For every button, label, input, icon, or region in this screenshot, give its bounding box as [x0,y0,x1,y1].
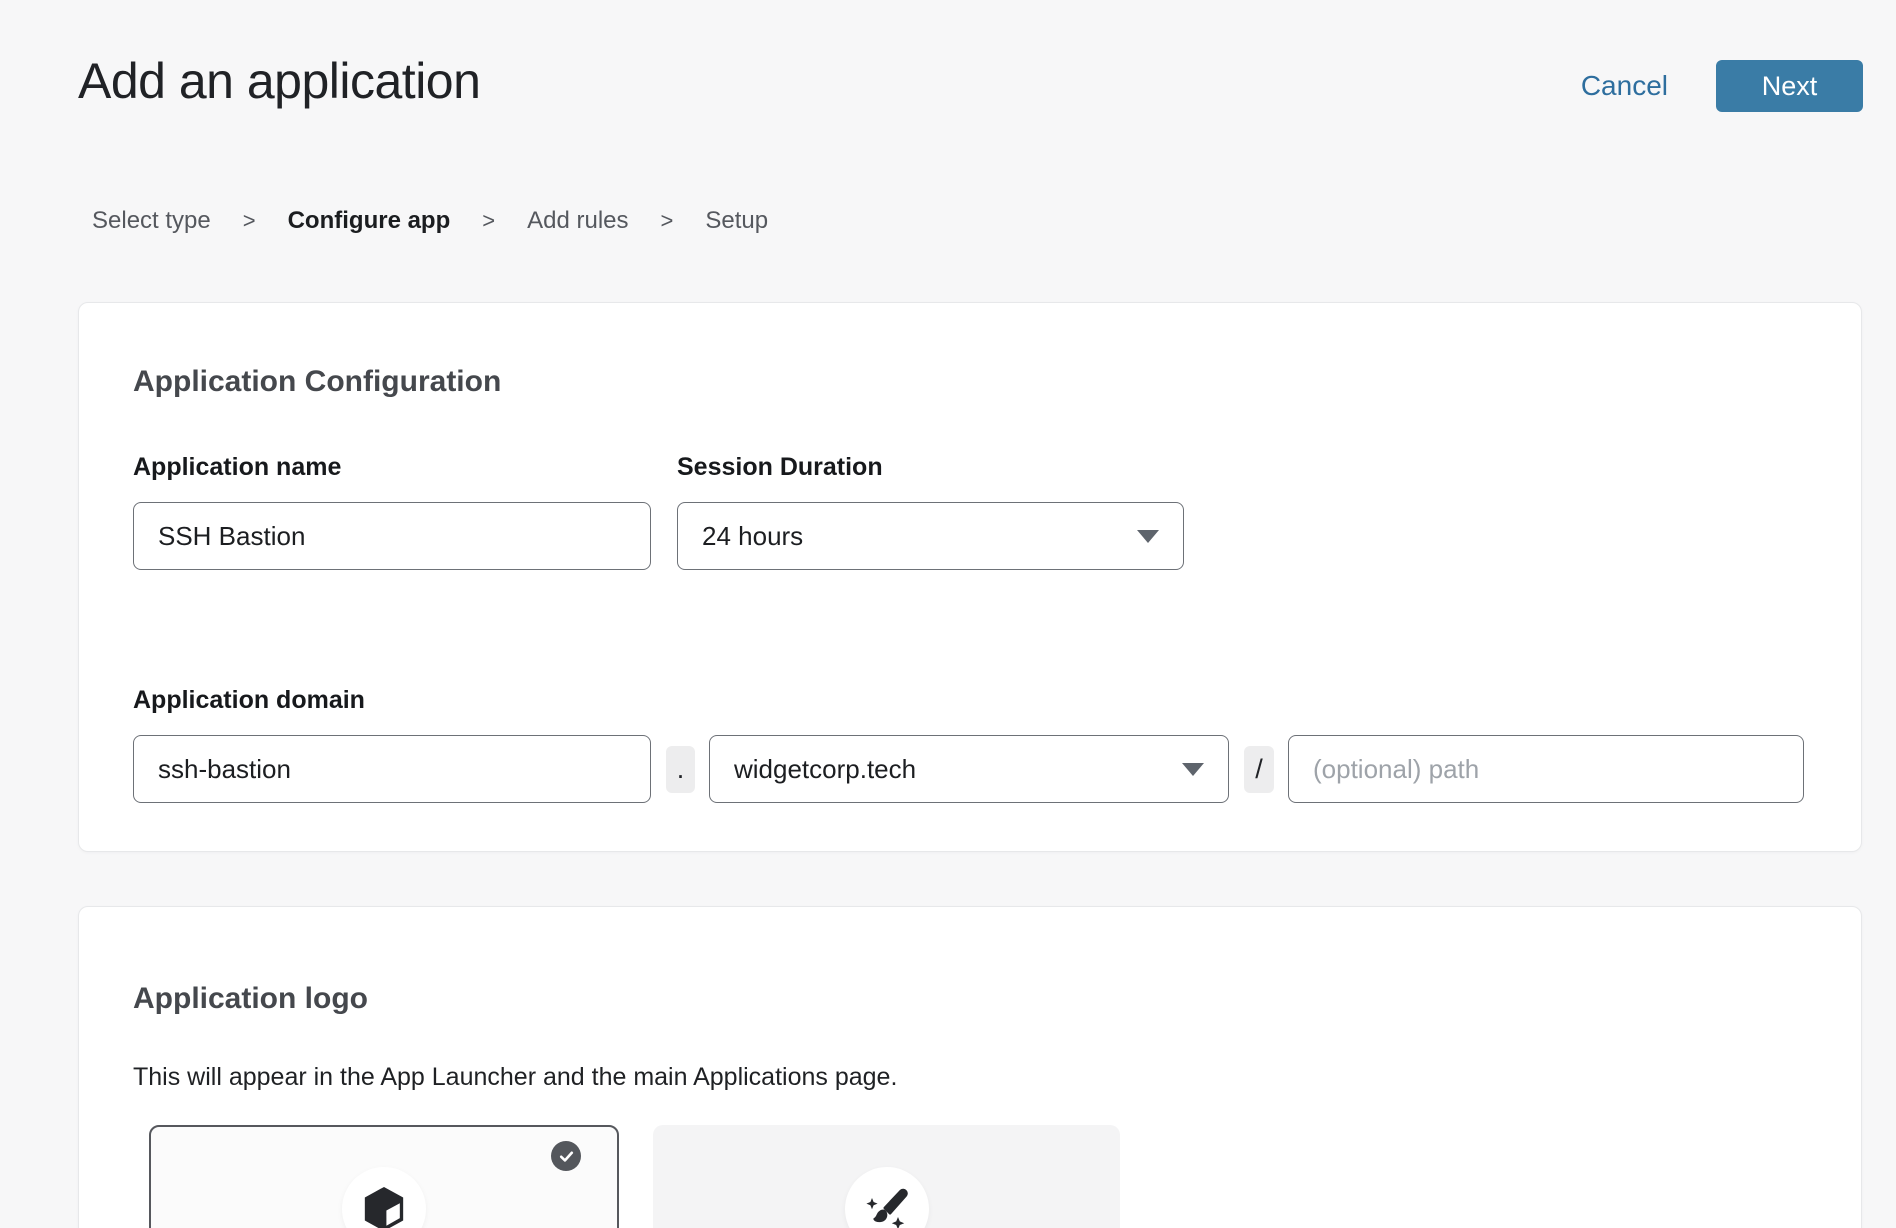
logo-option-custom[interactable] [653,1125,1120,1228]
dot-separator: . [666,746,695,793]
step-add-rules[interactable]: Add rules [527,207,628,235]
paintbrush-icon [863,1185,911,1228]
path-input[interactable] [1288,735,1804,803]
logo-icon-circle [342,1167,426,1228]
chevron-down-icon [1137,530,1159,543]
slash-separator: / [1244,746,1274,793]
header-actions: Cancel Next [1581,60,1863,112]
breadcrumb-separator: > [243,208,256,234]
application-logo-card: Application logo This will appear in the… [78,906,1862,1228]
logo-icon-circle [845,1167,929,1228]
application-domain-label: Application domain [133,686,365,715]
session-duration-select[interactable]: 24 hours [677,502,1184,570]
cancel-button[interactable]: Cancel [1581,70,1668,102]
breadcrumb-separator: > [482,208,495,234]
config-card-heading: Application Configuration [133,365,501,399]
session-duration-label: Session Duration [677,453,883,482]
application-name-label: Application name [133,453,341,482]
selected-check-icon [551,1141,581,1171]
cube-icon [361,1185,407,1228]
logo-option-default[interactable] [149,1125,619,1228]
session-duration-value: 24 hours [702,521,803,552]
application-configuration-card: Application Configuration Application na… [78,302,1862,852]
chevron-down-icon [1182,763,1204,776]
add-application-page: Add an application Cancel Next Select ty… [0,0,1896,1228]
domain-select[interactable]: widgetcorp.tech [709,735,1229,803]
application-name-input[interactable] [133,502,651,570]
logo-card-description: This will appear in the App Launcher and… [133,1063,897,1092]
step-setup[interactable]: Setup [705,207,768,235]
breadcrumb: Select type > Configure app > Add rules … [92,207,768,235]
next-button[interactable]: Next [1716,60,1863,112]
domain-select-value: widgetcorp.tech [734,754,916,785]
step-select-type[interactable]: Select type [92,207,211,235]
breadcrumb-separator: > [661,208,674,234]
step-configure-app[interactable]: Configure app [288,207,451,235]
logo-card-heading: Application logo [133,982,368,1016]
subdomain-input[interactable] [133,735,651,803]
page-title: Add an application [78,52,480,110]
